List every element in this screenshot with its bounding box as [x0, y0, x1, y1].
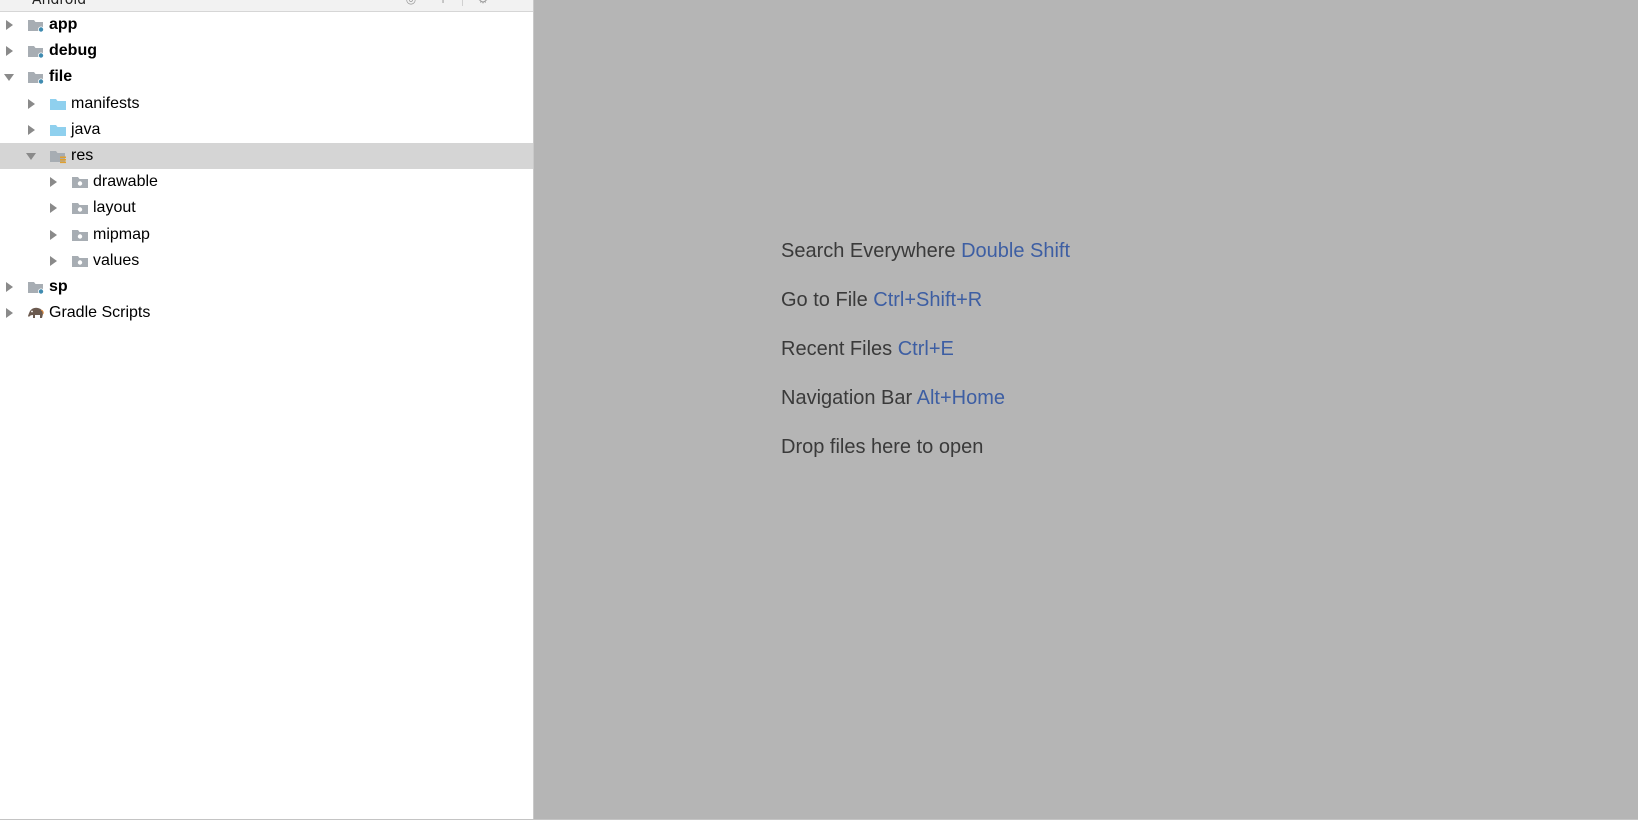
hint-shortcut: Ctrl+Shift+R: [873, 289, 983, 311]
expanded-arrow-icon[interactable]: [3, 70, 15, 84]
collapsed-arrow-icon[interactable]: [3, 44, 15, 58]
hint-shortcut: Alt+Home: [916, 387, 1006, 409]
tree-node-label: mipmap: [93, 225, 150, 243]
tree-node-mipmap[interactable]: mipmap: [0, 222, 533, 248]
hint-text: Navigation Bar: [781, 387, 913, 409]
package-folder-icon: [71, 253, 89, 269]
gradle-elephant-icon: [27, 305, 45, 321]
hint-text: Go to File: [781, 289, 868, 311]
tree-node-values[interactable]: values: [0, 248, 533, 274]
hint-shortcut: Double Shift: [961, 240, 1071, 262]
tree-node-gradle-scripts[interactable]: Gradle Scripts: [0, 300, 533, 326]
source-folder-icon: [49, 122, 67, 138]
module-folder-icon: [27, 43, 45, 59]
hint-text: Drop files here to open: [781, 436, 984, 458]
collapsed-arrow-icon[interactable]: [25, 97, 37, 111]
collapsed-arrow-icon[interactable]: [47, 175, 59, 189]
project-tree: app debug file manifests java res drawable layo…: [0, 12, 533, 326]
ide-window: Android ◎ ↑ ⚙ app debug file manifests java r…: [0, 0, 1638, 820]
editor-hint: Navigation Bar Alt+Home: [781, 383, 1070, 432]
collapsed-arrow-icon[interactable]: [47, 228, 59, 242]
tree-node-label: app: [49, 16, 78, 34]
tree-node-layout[interactable]: layout: [0, 195, 533, 221]
collapsed-arrow-icon[interactable]: [3, 18, 15, 32]
tree-node-sp[interactable]: sp: [0, 274, 533, 300]
tree-node-app[interactable]: app: [0, 12, 533, 38]
editor-hint: Recent Files Ctrl+E: [781, 334, 1070, 383]
tree-node-debug[interactable]: debug: [0, 38, 533, 64]
tree-node-label: manifests: [71, 94, 140, 112]
hint-text: Search Everywhere: [781, 240, 956, 262]
module-folder-icon: [27, 17, 45, 33]
tree-node-label: layout: [93, 199, 136, 217]
tree-node-java[interactable]: java: [0, 117, 533, 143]
empty-editor-hints: Search Everywhere Double Shift Go to File…: [781, 236, 1070, 481]
tree-node-drawable[interactable]: drawable: [0, 169, 533, 195]
tree-node-file[interactable]: file: [0, 64, 533, 90]
module-folder-icon: [27, 69, 45, 85]
locate-icon[interactable]: ◎: [404, 0, 418, 5]
tree-node-manifests[interactable]: manifests: [0, 91, 533, 117]
hint-text: Recent Files: [781, 338, 893, 360]
collapsed-arrow-icon[interactable]: [3, 280, 15, 294]
project-panel-header: Android ◎ ↑ ⚙: [0, 0, 533, 12]
project-tool-window: Android ◎ ↑ ⚙ app debug file manifests java r…: [0, 0, 534, 819]
project-view-selector[interactable]: Android: [32, 0, 86, 8]
expanded-arrow-icon[interactable]: [25, 149, 37, 163]
tree-node-label: Gradle Scripts: [49, 304, 151, 322]
collapsed-arrow-icon[interactable]: [3, 306, 15, 320]
tree-node-label: java: [71, 120, 101, 138]
resource-folder-icon: [49, 148, 67, 164]
collapsed-arrow-icon[interactable]: [47, 201, 59, 215]
tree-node-label: drawable: [93, 173, 158, 191]
hint-shortcut: Ctrl+E: [897, 338, 954, 360]
package-folder-icon: [71, 200, 89, 216]
module-folder-icon: [27, 279, 45, 295]
header-divider: [462, 0, 463, 6]
editor-empty-area[interactable]: Search Everywhere Double Shift Go to File…: [534, 0, 1638, 819]
source-folder-icon: [49, 96, 67, 112]
tree-node-res[interactable]: res: [0, 142, 533, 170]
editor-hint: Search Everywhere Double Shift: [781, 236, 1070, 285]
collapsed-arrow-icon[interactable]: [47, 254, 59, 268]
tree-node-label: values: [93, 251, 140, 269]
editor-hint: Go to File Ctrl+Shift+R: [781, 285, 1070, 334]
tree-node-label: sp: [49, 277, 68, 295]
tree-node-label: file: [49, 68, 73, 86]
collapsed-arrow-icon[interactable]: [25, 123, 37, 137]
package-folder-icon: [71, 227, 89, 243]
tree-node-label: debug: [49, 42, 97, 60]
editor-hint: Drop files here to open: [781, 432, 1070, 481]
gear-icon[interactable]: ⚙: [476, 0, 490, 5]
collapse-icon[interactable]: ↑: [436, 0, 450, 5]
tree-node-label: res: [71, 147, 94, 165]
package-folder-icon: [71, 174, 89, 190]
